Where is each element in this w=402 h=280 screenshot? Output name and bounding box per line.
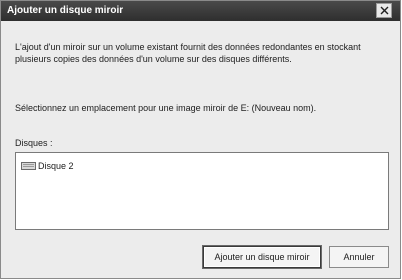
disk-icon xyxy=(21,161,36,170)
dialog-title: Ajouter un disque miroir xyxy=(7,5,124,16)
dialog-description: L'ajout d'un miroir sur un volume exista… xyxy=(15,42,361,64)
title-bar: Ajouter un disque miroir xyxy=(1,1,400,21)
location-prompt: Sélectionnez un emplacement pour une ima… xyxy=(15,103,317,113)
close-icon xyxy=(380,6,389,15)
list-item[interactable]: Disque 2 xyxy=(21,160,74,171)
disks-list[interactable]: Disque 2 xyxy=(15,152,389,230)
disks-label: Disques : xyxy=(15,138,53,148)
list-item-label: Disque 2 xyxy=(38,160,74,171)
close-button[interactable] xyxy=(376,3,392,18)
add-mirror-dialog: Ajouter un disque miroir L'ajout d'un mi… xyxy=(0,0,401,279)
cancel-button[interactable]: Annuler xyxy=(329,246,389,268)
add-mirror-button[interactable]: Ajouter un disque miroir xyxy=(203,246,321,268)
